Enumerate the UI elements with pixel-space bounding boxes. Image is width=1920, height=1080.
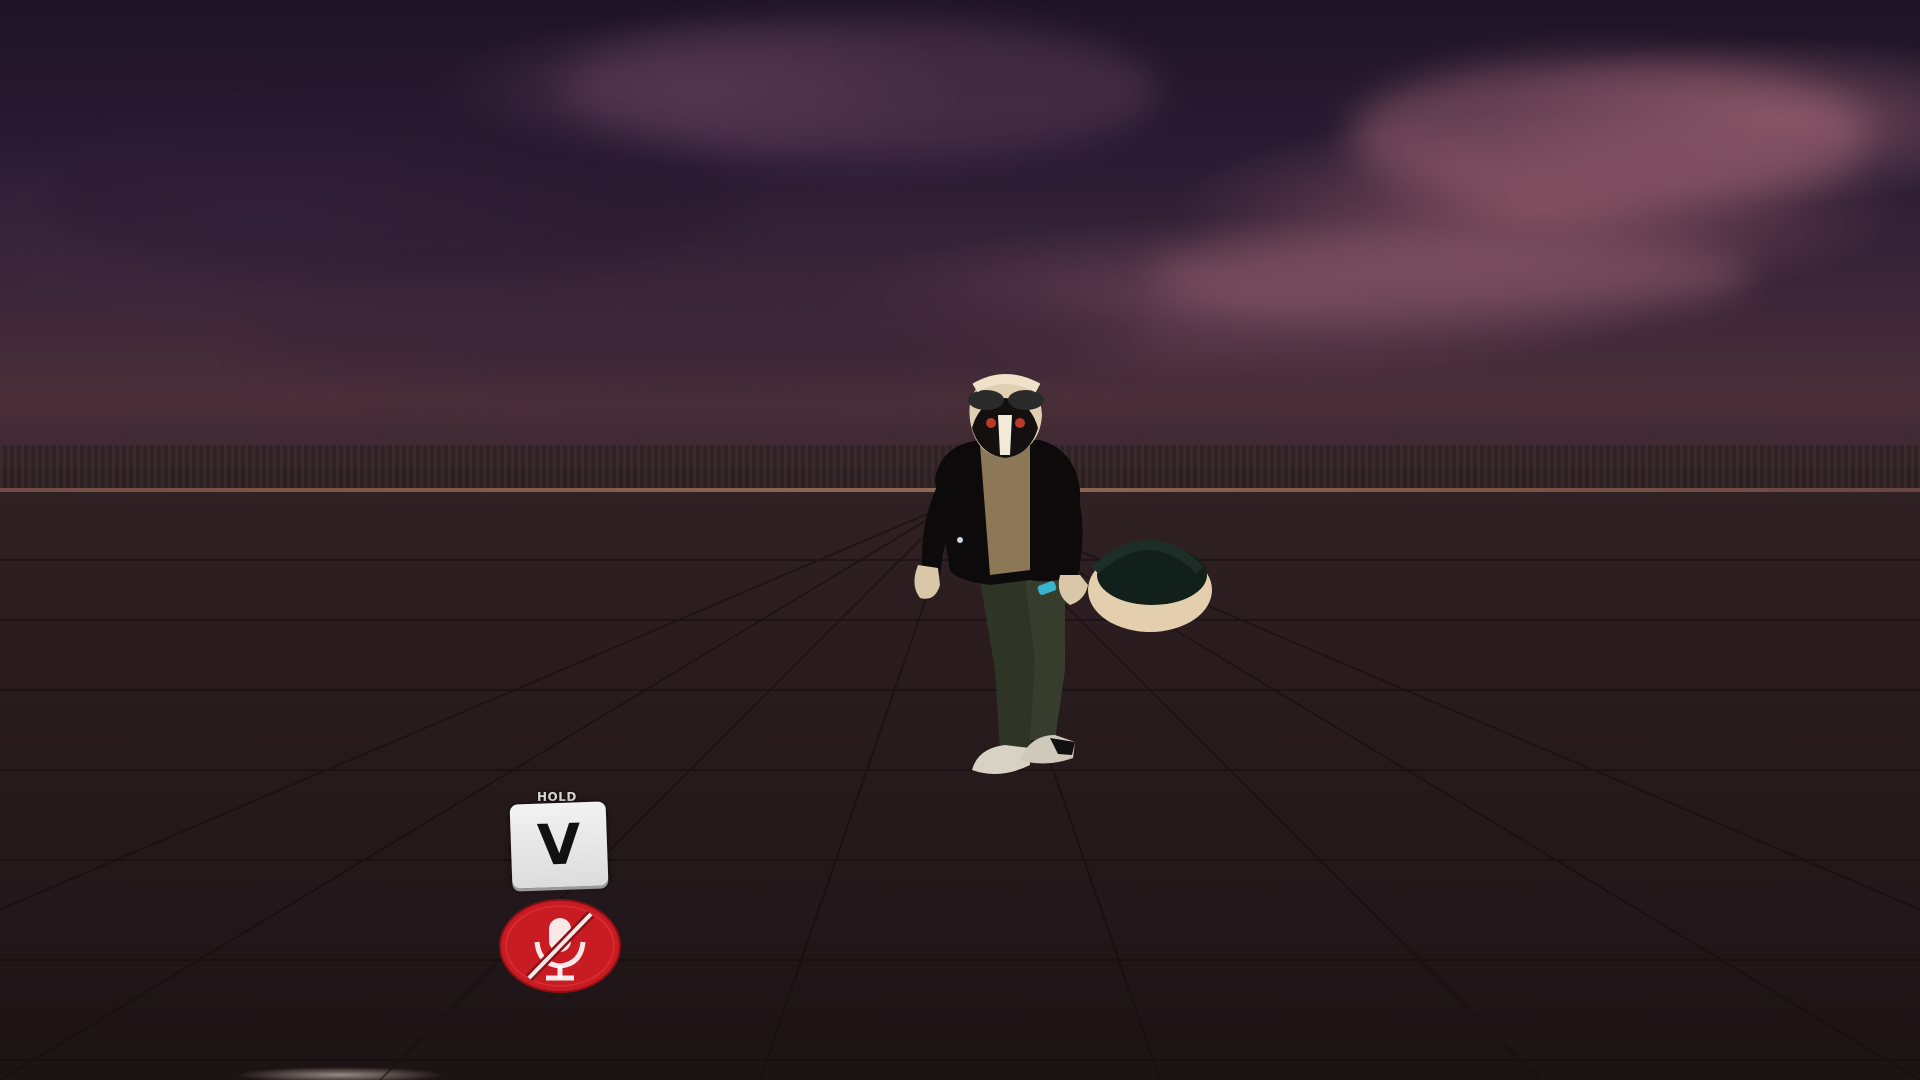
push-to-talk-key-label: V <box>536 811 582 879</box>
avatar-torso <box>921 440 1083 585</box>
mic-muted-button[interactable] <box>499 898 622 994</box>
game-viewport[interactable]: HOLD V <box>0 0 1920 1080</box>
avatar-cursor-dot <box>957 537 963 543</box>
push-to-talk-key: V <box>509 801 609 889</box>
microphone-muted-icon <box>499 899 621 993</box>
player-avatar[interactable] <box>880 370 1230 800</box>
avatar-legs <box>980 580 1065 750</box>
avatar-tail <box>1088 540 1212 632</box>
